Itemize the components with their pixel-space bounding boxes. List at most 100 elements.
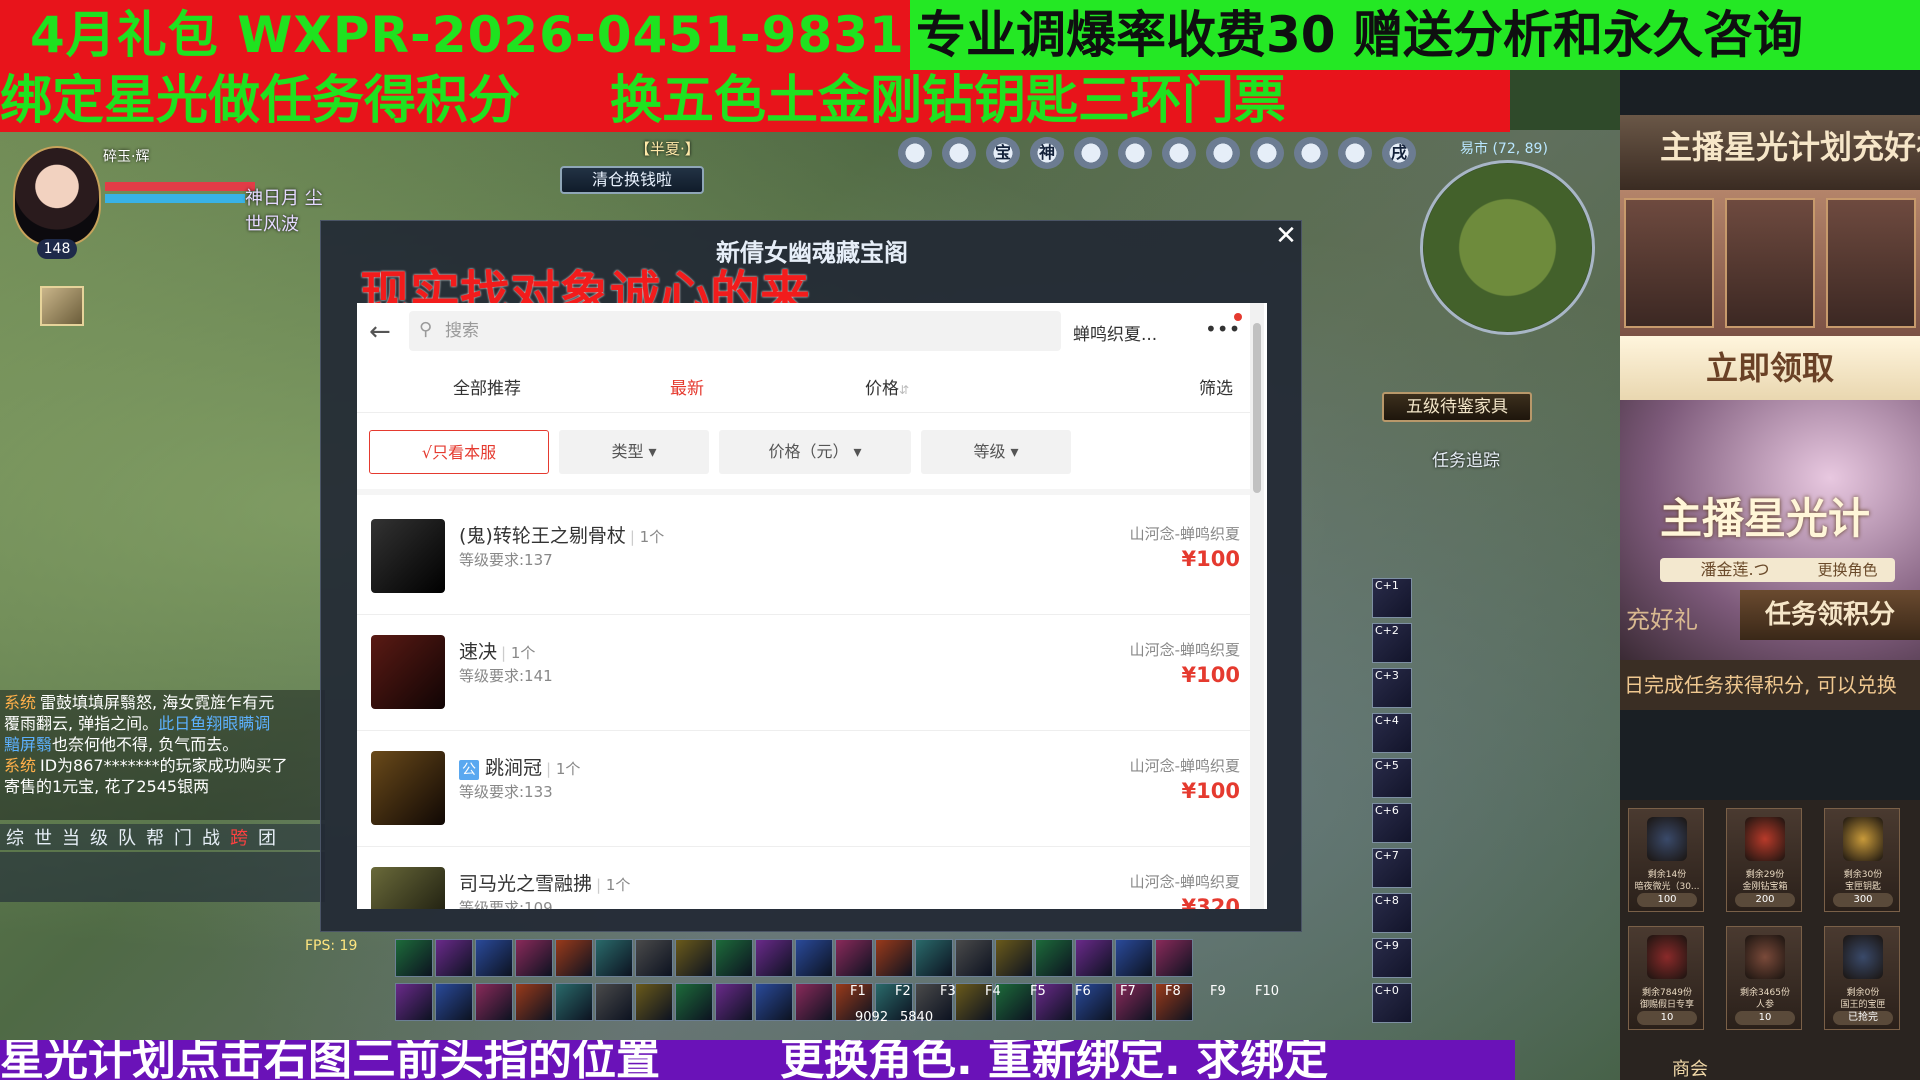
chat-tab[interactable]: 队 — [118, 824, 136, 850]
furniture-appraisal-button[interactable]: 五级待鉴家具 — [1382, 392, 1532, 422]
tab-price[interactable]: 价格⇵ — [857, 365, 917, 413]
minimap[interactable] — [1420, 160, 1595, 335]
skill-slot[interactable] — [755, 939, 793, 977]
search-input[interactable]: 搜索 — [409, 311, 1061, 351]
back-arrow-icon[interactable]: ← — [369, 317, 391, 347]
listing-row[interactable]: (鬼)转轮王之剔骨杖1个 等级要求:137 山河念-蝉鸣织夏 ¥100 — [357, 499, 1252, 615]
skill-slot[interactable] — [675, 983, 713, 1021]
skill-slot[interactable] — [635, 939, 673, 977]
scrollbar-thumb[interactable] — [1253, 323, 1261, 493]
quick-slot[interactable]: C+7 — [1372, 848, 1412, 888]
shen-icon[interactable]: 神 — [1030, 137, 1064, 169]
scrollbar[interactable] — [1250, 303, 1264, 909]
treasure-icon[interactable] — [898, 137, 932, 169]
skill-slot[interactable] — [1115, 939, 1153, 977]
skill-slot[interactable] — [795, 983, 833, 1021]
skill-slot[interactable] — [435, 983, 473, 1021]
skill-slot[interactable] — [515, 983, 553, 1021]
chat-tab[interactable]: 团 — [258, 824, 276, 850]
quick-slot[interactable]: C+5 — [1372, 758, 1412, 798]
skill-slot[interactable] — [995, 939, 1033, 977]
more-icon[interactable]: ••• — [1205, 317, 1240, 341]
pet-portrait-icon[interactable] — [40, 286, 84, 326]
listing-row[interactable]: 速决1个 等级要求:141 山河念-蝉鸣织夏 ¥100 — [357, 615, 1252, 731]
tab-filter[interactable]: 筛选 — [1199, 365, 1233, 413]
quick-slot[interactable]: C+3 — [1372, 668, 1412, 708]
xu-icon[interactable]: 戌 — [1382, 137, 1416, 169]
skill-slot[interactable] — [515, 939, 553, 977]
quick-slot[interactable]: C+8 — [1372, 893, 1412, 933]
chat-tab[interactable]: 战 — [202, 824, 220, 850]
globe-icon[interactable] — [1250, 137, 1284, 169]
reward-item[interactable]: 剩余3465份 人参 10 — [1726, 926, 1802, 1030]
chat-toolbar[interactable] — [0, 852, 325, 902]
feather-icon[interactable] — [1294, 137, 1328, 169]
skill-slot[interactable] — [555, 983, 593, 1021]
listing-row[interactable]: 公跳涧冠1个 等级要求:133 山河念-蝉鸣织夏 ¥100 — [357, 731, 1252, 847]
skill-slot[interactable] — [595, 983, 633, 1021]
skill-slot[interactable] — [395, 983, 433, 1021]
chat-tab[interactable]: 帮 — [146, 824, 164, 850]
shop-tag[interactable]: 商会 — [1672, 1055, 1708, 1080]
player-avatar[interactable] — [13, 146, 101, 246]
task-points-button[interactable]: 任务领积分 — [1740, 590, 1920, 640]
skill-slot[interactable] — [715, 983, 753, 1021]
skill-slot[interactable] — [475, 939, 513, 977]
quick-slot[interactable]: C+9 — [1372, 938, 1412, 978]
skill-slot[interactable] — [675, 939, 713, 977]
cloud-icon[interactable] — [1338, 137, 1372, 169]
quick-slot[interactable]: C+6 — [1372, 803, 1412, 843]
price-filter-chip[interactable]: 价格（元） ▾ — [719, 430, 911, 474]
skill-slot[interactable] — [955, 939, 993, 977]
close-icon[interactable]: ✕ — [1271, 221, 1301, 251]
armor-icon[interactable] — [1206, 137, 1240, 169]
level-filter-chip[interactable]: 等级 ▾ — [921, 430, 1071, 474]
claim-now-button[interactable]: 立即领取 — [1620, 336, 1920, 400]
tab-latest[interactable]: 最新 — [637, 365, 737, 413]
skill-slot[interactable] — [435, 939, 473, 977]
clear-bag-button[interactable]: 清仓换钱啦 — [560, 166, 704, 194]
chat-tab[interactable]: 跨 — [230, 824, 248, 850]
quick-slot[interactable]: C+4 — [1372, 713, 1412, 753]
tab-all-recommended[interactable]: 全部推荐 — [417, 365, 557, 413]
chat-tab[interactable]: 当 — [62, 824, 80, 850]
mask-icon[interactable] — [1074, 137, 1108, 169]
chat-tab[interactable]: 门 — [174, 824, 192, 850]
skill-slot[interactable] — [875, 939, 913, 977]
chat-tab[interactable]: 综 — [6, 824, 24, 850]
skill-slot[interactable] — [755, 983, 793, 1021]
chat-tab[interactable]: 世 — [34, 824, 52, 850]
bao-icon[interactable]: 宝 — [986, 137, 1020, 169]
reward-item[interactable]: 剩余7849份 御赐假日专享 10 — [1628, 926, 1704, 1030]
this-server-only-chip[interactable]: √只看本服 — [369, 430, 549, 474]
quest-tracker-label[interactable]: 任务追踪 — [1432, 446, 1500, 471]
change-role-button[interactable]: 更换角色 — [1800, 558, 1895, 582]
camera-icon[interactable] — [1118, 137, 1152, 169]
skill-slot[interactable] — [395, 939, 433, 977]
skill-slot[interactable] — [1155, 939, 1193, 977]
skill-slot[interactable] — [715, 939, 753, 977]
reward-item[interactable]: 剩余0份 国王的宝匣 已抢完 — [1824, 926, 1900, 1030]
skill-slot[interactable] — [915, 939, 953, 977]
skill-slot[interactable] — [555, 939, 593, 977]
quick-slot[interactable]: C+1 — [1372, 578, 1412, 618]
quick-slot[interactable]: C+0 — [1372, 983, 1412, 1023]
skill-slot[interactable] — [1035, 939, 1073, 977]
seller-name[interactable]: 蝉鸣织夏... — [1073, 320, 1157, 345]
shield-icon[interactable] — [1162, 137, 1196, 169]
listing-row[interactable]: 司马光之雪融拂1个 等级要求:109 山河念-蝉鸣织夏 ¥320 — [357, 847, 1252, 909]
skill-slot[interactable] — [1075, 939, 1113, 977]
skill-slot[interactable] — [635, 983, 673, 1021]
reward-item[interactable]: 剩余29份 金刚钻宝箱 200 — [1726, 808, 1802, 912]
chat-link[interactable]: 黯屏翳 — [4, 735, 52, 754]
skill-slot[interactable] — [475, 983, 513, 1021]
skill-slot[interactable] — [595, 939, 633, 977]
quick-slot[interactable]: C+2 — [1372, 623, 1412, 663]
chat-tab[interactable]: 级 — [90, 824, 108, 850]
butterfly-icon[interactable] — [942, 137, 976, 169]
chat-panel[interactable]: 系统 雷鼓填填屏翳怒, 海女霓旌乍有元 覆雨翻云, 弹指之间。此日鱼翔眼瞒调 黯屏… — [0, 690, 325, 820]
skill-slot[interactable] — [835, 939, 873, 977]
skill-slot[interactable] — [795, 939, 833, 977]
reward-item[interactable]: 剩余30份 宝匣钥匙 300 — [1824, 808, 1900, 912]
reward-item[interactable]: 剩余14份 暗夜微光（30... 100 — [1628, 808, 1704, 912]
